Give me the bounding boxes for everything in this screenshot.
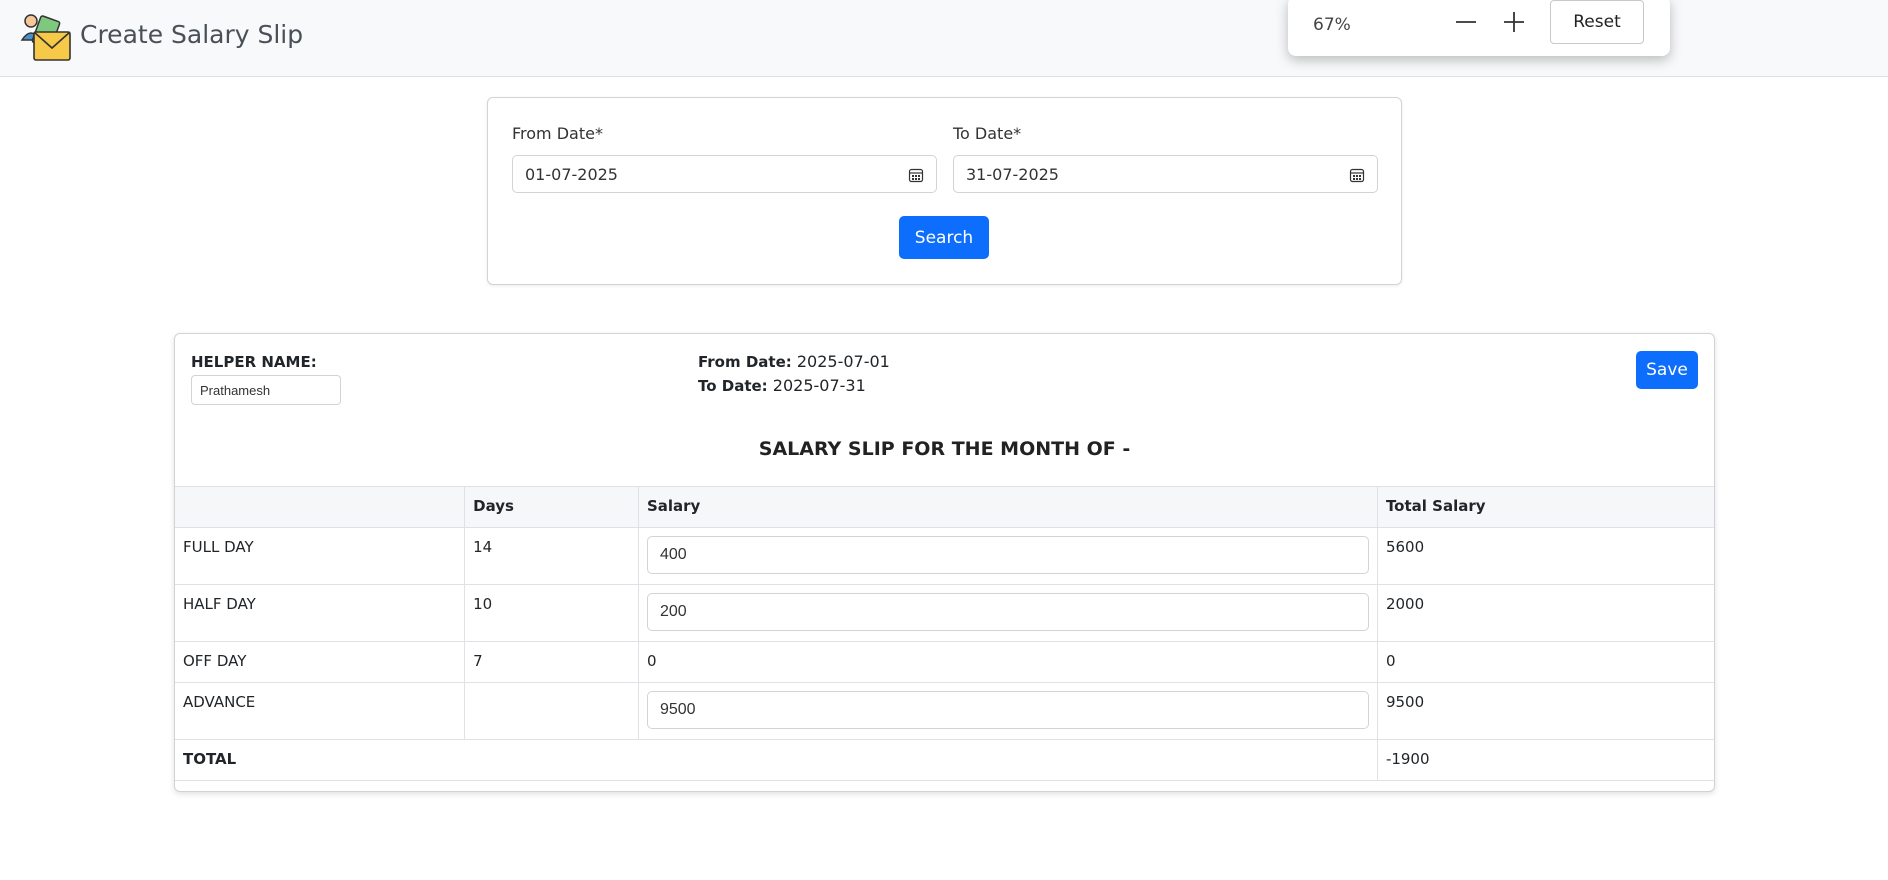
table-row: FULL DAY 14 5600 [175, 527, 1714, 585]
zoom-reset-button[interactable]: Reset [1550, 0, 1644, 44]
salary-slip-logo-icon [20, 14, 71, 61]
total-row: TOTAL -1900 [175, 739, 1714, 781]
from-date-label: From Date* [512, 124, 603, 143]
slip-to-date: To Date: 2025-07-31 [698, 376, 866, 395]
total-label: TOTAL [175, 739, 1378, 781]
slip-from-value: 2025-07-01 [796, 352, 890, 371]
total-cell: 9500 [1377, 682, 1714, 740]
slip-from-date: From Date: 2025-07-01 [698, 352, 890, 371]
table-row: OFF DAY 7 0 0 [175, 641, 1714, 683]
total-cell: 2000 [1377, 584, 1714, 642]
to-date-label: To Date* [953, 124, 1022, 143]
row-label: FULL DAY [175, 527, 466, 585]
salary-cell: 0 [638, 641, 1378, 683]
zoom-out-icon[interactable] [1450, 6, 1482, 38]
total-value: -1900 [1377, 739, 1714, 781]
advance-input[interactable] [646, 691, 1369, 729]
search-button[interactable]: Search [899, 216, 989, 259]
to-date-input[interactable]: 31-07-2025 [953, 155, 1378, 193]
calendar-icon[interactable] [1349, 167, 1365, 183]
save-button[interactable]: Save [1636, 351, 1698, 389]
days-cell: 10 [464, 584, 639, 642]
row-label: HALF DAY [175, 584, 466, 642]
full-day-salary-input[interactable] [646, 536, 1369, 574]
column-header: Days [464, 486, 639, 528]
column-header: Total Salary [1377, 486, 1714, 528]
zoom-in-icon[interactable] [1498, 6, 1530, 38]
helper-name-label: HELPER NAME: [191, 353, 317, 371]
slip-to-value: 2025-07-31 [772, 376, 866, 395]
from-date-value: 01-07-2025 [525, 165, 618, 184]
salary-table: Days Salary Total Salary FULL DAY 14 560… [175, 486, 1714, 781]
date-filter-card: From Date* 01-07-2025 To Date* 31-07-202… [487, 97, 1402, 285]
half-day-salary-input[interactable] [646, 593, 1369, 631]
row-label: OFF DAY [175, 641, 466, 683]
zoom-level-text: 67% [1313, 15, 1351, 35]
total-cell: 5600 [1377, 527, 1714, 585]
slip-to-label: To Date: [698, 377, 768, 395]
days-cell [464, 682, 639, 740]
total-cell: 0 [1377, 641, 1714, 683]
table-row: ADVANCE 9500 [175, 682, 1714, 740]
table-row: HALF DAY 10 2000 [175, 584, 1714, 642]
salary-cell [638, 682, 1378, 740]
zoom-popup: 67% Reset [1288, 0, 1670, 56]
to-date-value: 31-07-2025 [966, 165, 1059, 184]
days-cell: 14 [464, 527, 639, 585]
helper-name-input[interactable] [191, 375, 341, 405]
salary-slip-card: HELPER NAME: From Date: 2025-07-01 To Da… [174, 333, 1715, 792]
days-cell: 7 [464, 641, 639, 683]
from-date-input[interactable]: 01-07-2025 [512, 155, 937, 193]
row-label: ADVANCE [175, 682, 466, 740]
column-header: Salary [638, 486, 1378, 528]
salary-cell [638, 527, 1378, 585]
column-header [175, 486, 466, 528]
calendar-icon[interactable] [908, 167, 924, 183]
slip-title: SALARY SLIP FOR THE MONTH OF - [758, 438, 1131, 460]
slip-from-label: From Date: [698, 353, 792, 371]
table-header-row: Days Salary Total Salary [175, 486, 1714, 528]
page-title: Create Salary Slip [80, 20, 304, 49]
salary-cell [638, 584, 1378, 642]
